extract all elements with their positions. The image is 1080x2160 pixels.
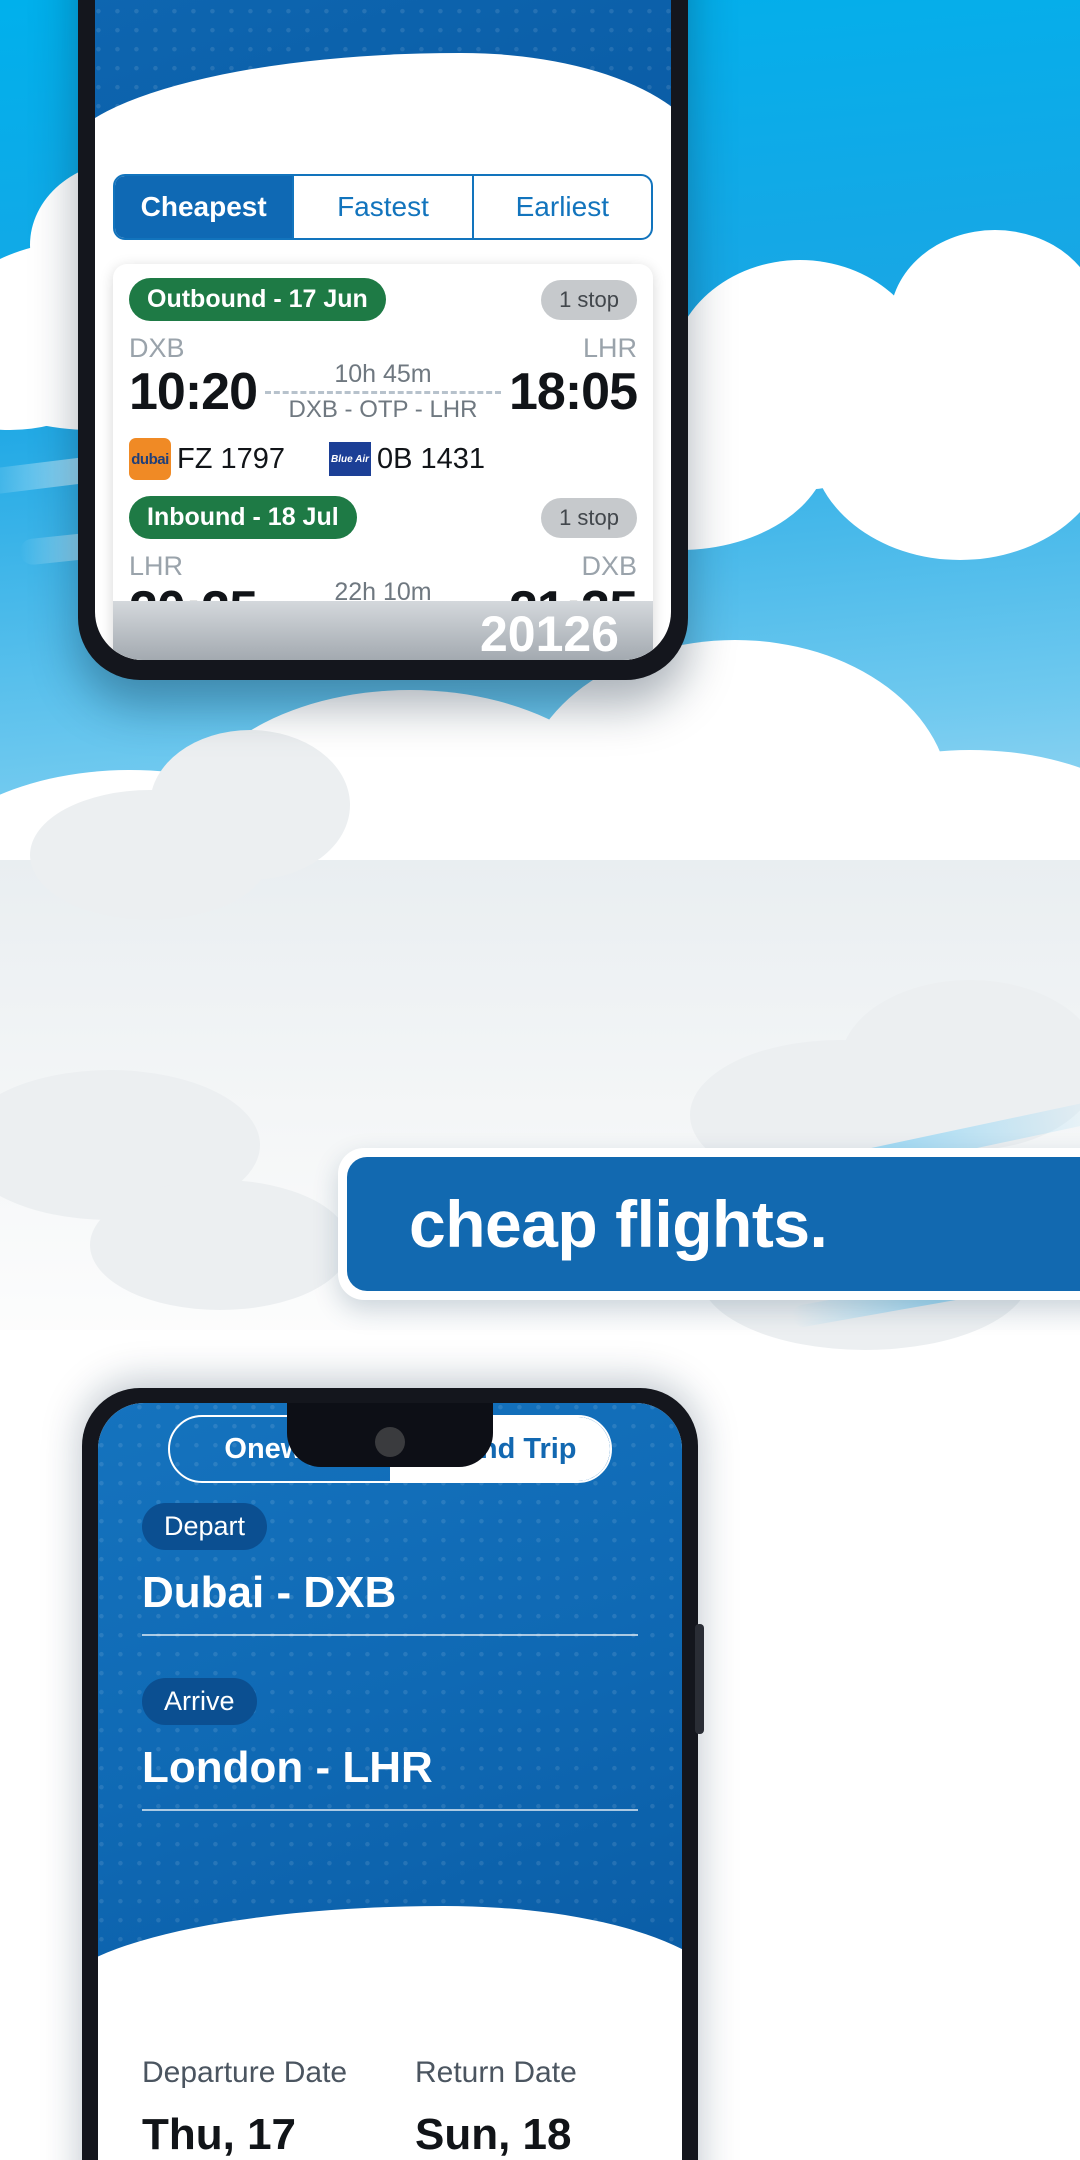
- inbound-stops-badge: 1 stop: [541, 497, 637, 538]
- departure-date-label: Departure Date: [142, 2056, 348, 2089]
- tab-cheapest[interactable]: Cheapest: [115, 176, 295, 238]
- outbound-stops-badge: 1 stop: [541, 279, 637, 320]
- results-hero: DXB Dubai LHR London: [95, 0, 671, 163]
- inbound-leg-header: Inbound - 18 Jul 1 stop: [129, 496, 637, 539]
- outbound-dashed-line: [265, 391, 501, 394]
- outbound-duration: 10h 45m: [334, 360, 432, 388]
- departure-date-value: Thu, 17 Jun: [142, 2110, 297, 2159]
- carrier-item: Blue Air 0B 1431: [329, 442, 485, 476]
- banner-text: cheap flights.: [409, 1187, 828, 1261]
- outbound-via: DXB - OTP - LHR: [288, 396, 478, 423]
- phone-side-button: [695, 1624, 704, 1734]
- outbound-from-code: DXB: [129, 333, 185, 363]
- inbound-to-code: DXB: [581, 551, 637, 581]
- banner-inner: cheap flights.: [347, 1157, 1080, 1291]
- outbound-duration-block: 10h 45m DXB - OTP - LHR: [257, 360, 509, 424]
- phone-mockup-search: Oneway Round Trip Depart Dubai - DXB Arr…: [82, 1388, 704, 2160]
- camera-dot: [375, 1427, 405, 1457]
- outbound-carriers: dubai FZ 1797 Blue Air 0B 1431: [129, 438, 637, 480]
- return-date-label: Return Date: [415, 2056, 577, 2089]
- arrive-field[interactable]: Arrive London - LHR: [98, 1636, 682, 1811]
- arrive-label: Arrive: [142, 1678, 257, 1725]
- outbound-time-row: 10:20 10h 45m DXB - OTP - LHR 18:05: [129, 360, 638, 424]
- search-wave-divider: [98, 1906, 682, 2002]
- sort-tabs: Cheapest Fastest Earliest: [113, 174, 653, 240]
- price-partial: 20126: [113, 601, 653, 660]
- cheap-flights-banner: cheap flights.: [338, 1148, 1080, 1300]
- flight-number: FZ 1797: [177, 442, 285, 475]
- carrier-item: dubai FZ 1797: [129, 438, 285, 480]
- phone-mockup-results: DXB Dubai LHR London: [78, 0, 688, 680]
- tab-earliest[interactable]: Earliest: [474, 176, 651, 238]
- outbound-leg-header: Outbound - 17 Jun 1 stop: [129, 278, 637, 321]
- return-date-value: Sun, 18 Jul: [415, 2110, 572, 2159]
- phone-screen-results: DXB Dubai LHR London: [95, 0, 671, 660]
- inbound-date-badge: Inbound - 18 Jul: [129, 496, 357, 539]
- outbound-arrive-time: 18:05: [509, 363, 638, 421]
- flydubai-logo: dubai: [129, 438, 171, 480]
- outbound-depart-time: 10:20: [129, 363, 258, 421]
- inbound-from-code: LHR: [129, 551, 184, 581]
- date-fields: Departure Date Thu, 17 Jun Return Date S…: [98, 1998, 682, 2160]
- arrive-underline: [142, 1809, 638, 1811]
- flight-number: 0B 1431: [377, 442, 486, 475]
- outbound-date-badge: Outbound - 17 Jun: [129, 278, 386, 321]
- tab-fastest[interactable]: Fastest: [294, 176, 474, 238]
- arrive-value: London - LHR: [142, 1743, 433, 1792]
- outbound-to-code: LHR: [582, 333, 637, 363]
- depart-label: Depart: [142, 1503, 268, 1550]
- phone-screen-search: Oneway Round Trip Depart Dubai - DXB Arr…: [98, 1403, 682, 2160]
- return-date-field[interactable]: Return Date Sun, 18 Jul: [415, 2056, 638, 2160]
- depart-value: Dubai - DXB: [142, 1568, 397, 1617]
- hero-wave-divider: [95, 53, 671, 163]
- search-hero: Oneway Round Trip Depart Dubai - DXB Arr…: [98, 1403, 682, 2002]
- blueair-logo: Blue Air: [329, 442, 371, 476]
- departure-date-field[interactable]: Departure Date Thu, 17 Jun: [142, 2056, 365, 2160]
